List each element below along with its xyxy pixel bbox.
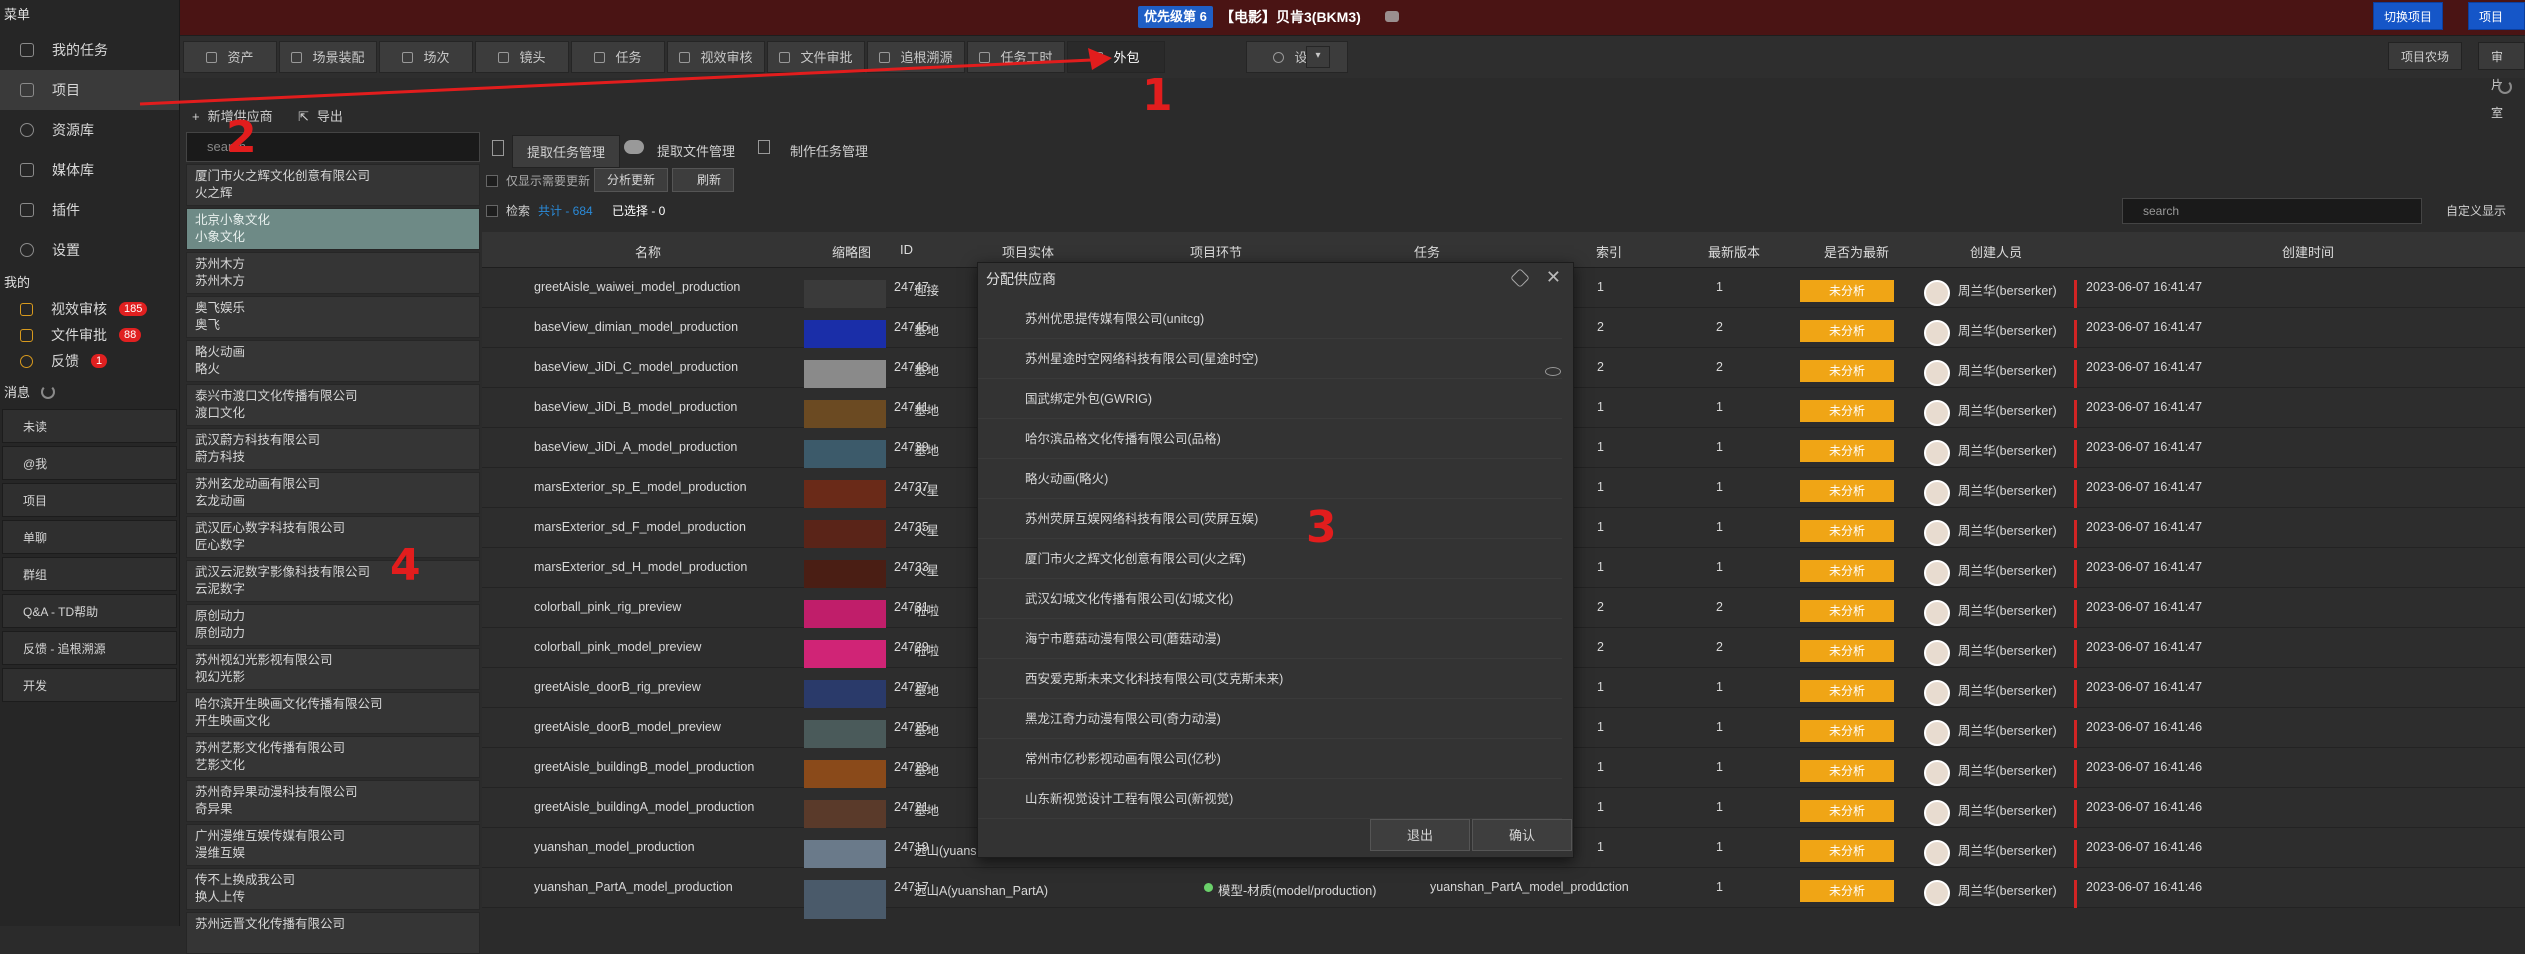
arrow-head-icon <box>1088 48 1112 70</box>
annotation-label-1: 1 <box>1142 70 1173 121</box>
annotation-label-2: 2 <box>226 112 257 163</box>
annotation-arrow <box>139 58 1093 106</box>
annotation-overlay <box>139 48 1112 106</box>
annotation-label-4: 4 <box>390 540 421 591</box>
annotation-label-3: 3 <box>1306 502 1337 553</box>
